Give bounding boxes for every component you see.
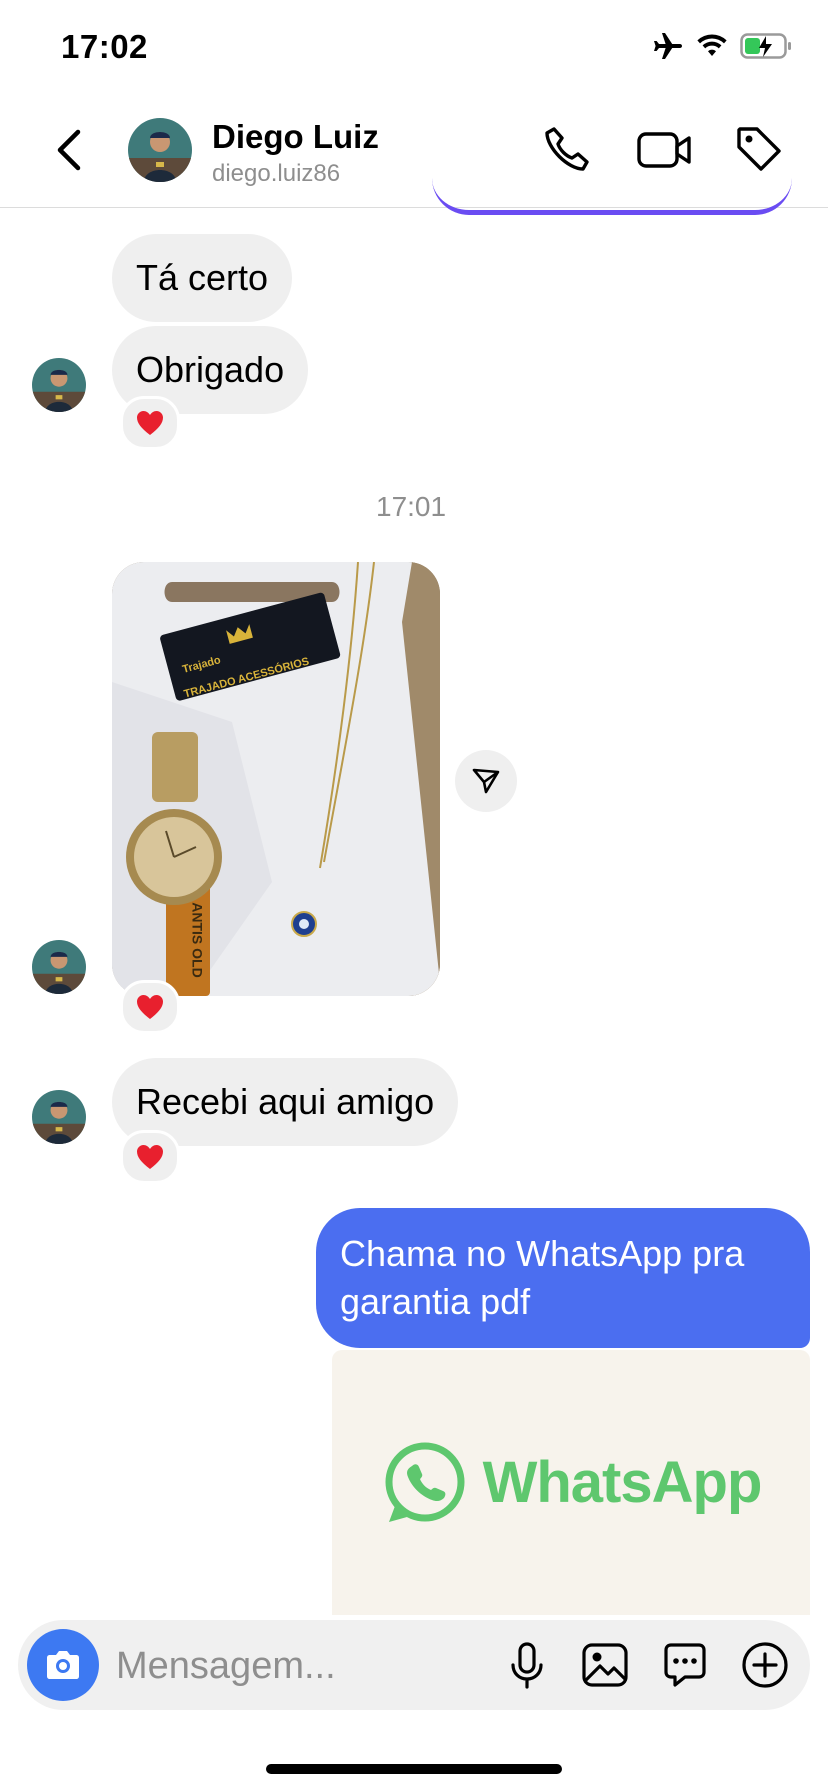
- whatsapp-wordmark: WhatsApp: [482, 1450, 763, 1515]
- camera-button[interactable]: [27, 1629, 99, 1701]
- heart-reaction[interactable]: [120, 1130, 180, 1184]
- camera-icon: [47, 1651, 79, 1679]
- plus-circle-icon: [742, 1642, 788, 1688]
- photo-image: [112, 562, 440, 996]
- heart-reaction[interactable]: [120, 396, 180, 450]
- avatar-image: [32, 1090, 86, 1144]
- heart-icon: [137, 995, 163, 1019]
- voice-message-button[interactable]: [502, 1640, 552, 1690]
- status-time: 17:02: [61, 28, 148, 65]
- stickers-button[interactable]: [660, 1640, 710, 1690]
- whatsapp-link-preview[interactable]: WhatsApp: [332, 1350, 810, 1615]
- contact-name[interactable]: Diego Luiz: [212, 118, 379, 156]
- whatsapp-logo-icon: [385, 1442, 465, 1522]
- message-input[interactable]: [114, 1620, 448, 1712]
- heart-reaction[interactable]: [120, 980, 180, 1034]
- avatar-image: [32, 940, 86, 994]
- sender-avatar[interactable]: [32, 358, 86, 412]
- received-message-ta-certo[interactable]: Tá certo: [112, 234, 293, 322]
- chevron-left-icon: [57, 129, 81, 171]
- tag-icon: [737, 127, 781, 171]
- heart-icon: [137, 411, 163, 435]
- sender-avatar[interactable]: [32, 1090, 86, 1144]
- airplane-mode-icon: [654, 33, 682, 59]
- status-icons: [652, 32, 792, 60]
- contact-username: diego.luiz86: [212, 160, 341, 187]
- video-call-button[interactable]: [636, 124, 694, 176]
- phone-icon: [545, 127, 589, 171]
- image-icon: [582, 1643, 628, 1687]
- avatar-image: [32, 358, 86, 412]
- contact-avatar[interactable]: [128, 118, 192, 182]
- audio-call-button[interactable]: [540, 124, 592, 176]
- battery-charging-icon: [740, 33, 791, 59]
- chat-bubble-icon: [664, 1643, 706, 1687]
- gallery-button[interactable]: [580, 1640, 630, 1690]
- home-indicator[interactable]: [266, 1764, 562, 1774]
- paper-plane-icon: [472, 768, 500, 794]
- share-button[interactable]: [455, 750, 517, 812]
- tag-text: ANTIS OLD: [189, 902, 206, 978]
- previous-message-edge: [432, 178, 792, 215]
- sent-message[interactable]: Chama no WhatsApp pra garantia pdf: [316, 1208, 810, 1348]
- heart-icon: [137, 1145, 163, 1169]
- tag-button[interactable]: [734, 124, 786, 176]
- video-camera-icon: [637, 132, 691, 168]
- back-button[interactable]: [50, 126, 90, 174]
- more-button[interactable]: [740, 1640, 790, 1690]
- message-timestamp: 17:01: [376, 491, 447, 522]
- wifi-icon: [697, 34, 727, 56]
- avatar-image: [128, 118, 192, 182]
- message-composer: [18, 1620, 810, 1712]
- sender-avatar[interactable]: [32, 940, 86, 994]
- microphone-icon: [511, 1642, 543, 1689]
- photo-message[interactable]: Trajado TRAJADO ACESSÓRIOS ANTIS OLD: [112, 562, 440, 996]
